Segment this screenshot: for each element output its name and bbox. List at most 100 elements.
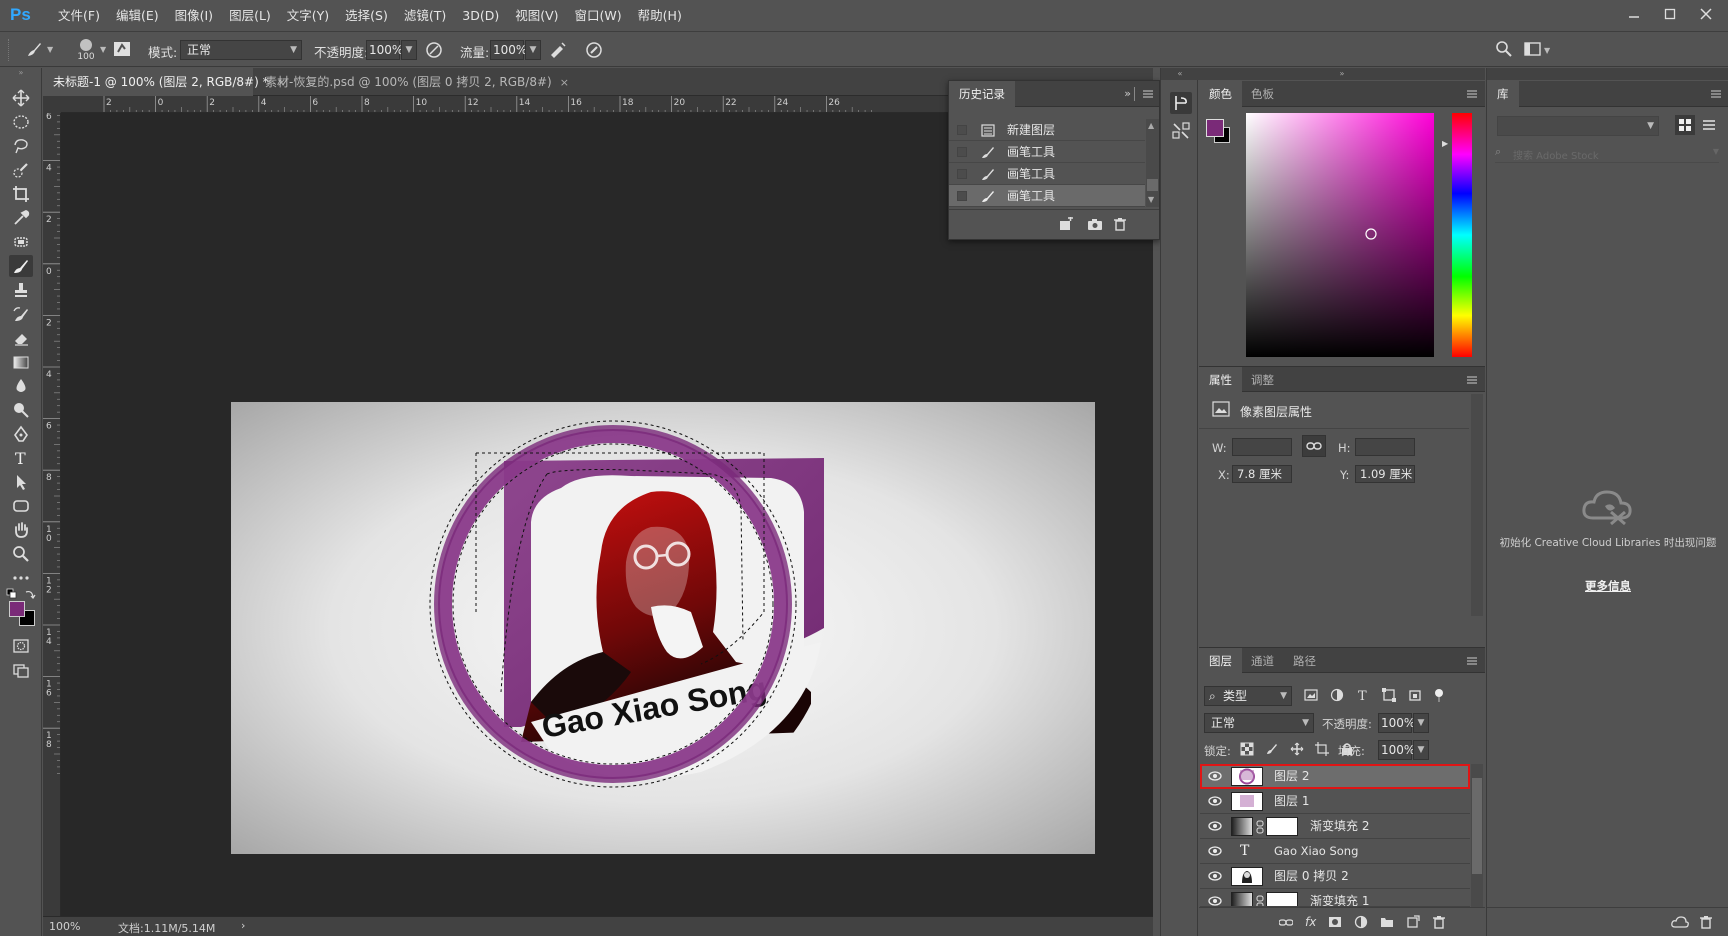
brush-tool-icon[interactable] (9, 255, 33, 277)
minimize-icon[interactable] (1624, 4, 1644, 24)
mode-dropdown[interactable]: 正常 ▼ (180, 40, 302, 60)
rectangle-tool-icon[interactable] (9, 495, 33, 517)
menu-select[interactable]: 选择(S) (337, 0, 396, 32)
eye-icon[interactable] (1208, 821, 1222, 831)
eye-icon[interactable] (1208, 771, 1222, 781)
history-snapshot-checkbox[interactable] (957, 147, 967, 157)
gradient-fill-thumbnail[interactable] (1231, 892, 1253, 906)
opacity-dropdown-icon[interactable]: ▼ (401, 40, 417, 60)
tab-untitled-1[interactable]: 未标题-1 @ 100% (图层 2, RGB/8#) * × (43, 68, 286, 96)
lock-pixels-icon[interactable] (1265, 742, 1279, 756)
default-colors-icon[interactable] (6, 588, 18, 600)
link-layers-icon[interactable] (1279, 915, 1293, 929)
properties-scrollbar[interactable] (1471, 394, 1483, 616)
foreground-color-swatch[interactable] (1206, 119, 1224, 137)
brush-panel-toggle-icon[interactable] (113, 40, 131, 58)
layer-thumbnail[interactable] (1231, 767, 1263, 786)
menu-layer[interactable]: 图层(L) (221, 0, 279, 32)
eye-icon[interactable] (1208, 871, 1222, 881)
layer-name[interactable]: 图层 2 (1274, 764, 1309, 789)
tab-channels[interactable]: 通道 (1241, 648, 1284, 674)
hue-slider[interactable] (1452, 113, 1472, 357)
list-view-icon[interactable] (1699, 115, 1719, 135)
type-tool-icon[interactable]: T (9, 447, 33, 469)
trash-icon[interactable] (1699, 915, 1713, 929)
scrollbar-thumb[interactable] (1472, 778, 1482, 874)
link-dimensions-icon[interactable] (1302, 435, 1326, 457)
panel-menu-icon[interactable] (1467, 656, 1477, 666)
swap-colors-icon[interactable] (24, 588, 36, 600)
layer-name[interactable]: 渐变填充 1 (1310, 889, 1369, 906)
history-item[interactable]: 新建图层 (949, 119, 1145, 141)
trash-icon[interactable] (1432, 915, 1446, 929)
shape-filter-icon[interactable] (1382, 688, 1396, 702)
menu-help[interactable]: 帮助(H) (630, 0, 690, 32)
clone-source-panel-icon[interactable] (1170, 120, 1192, 142)
ruler-origin[interactable] (43, 96, 61, 113)
dodge-tool-icon[interactable] (9, 399, 33, 421)
layer-row[interactable]: 图层 0 拷贝 2 (1200, 864, 1470, 889)
close-icon[interactable] (1696, 4, 1716, 24)
layer-name[interactable]: 图层 1 (1274, 789, 1309, 814)
tab-layers[interactable]: 图层 (1199, 648, 1242, 674)
layer-name[interactable]: Gao Xiao Song (1274, 839, 1358, 864)
airbrush-icon[interactable] (548, 40, 568, 60)
adjustment-filter-icon[interactable] (1330, 688, 1344, 702)
layer-name[interactable]: 图层 0 拷贝 2 (1274, 864, 1349, 889)
layer-opacity-field[interactable]: 100% (1378, 713, 1415, 733)
grid-view-icon[interactable] (1675, 115, 1695, 135)
search-icon[interactable] (1495, 40, 1513, 58)
filter-toggle-icon[interactable] (1434, 688, 1444, 702)
brush-tool-preset-icon[interactable] (24, 40, 44, 60)
layers-scrollbar[interactable] (1471, 764, 1483, 907)
panel-menu-icon[interactable] (1711, 89, 1721, 99)
document-canvas[interactable]: Gao Xiao Song (231, 402, 1095, 854)
brush-preset-dropdown-icon[interactable]: ▼ (47, 45, 53, 54)
fill-field[interactable]: 100% (1378, 740, 1415, 760)
workspace-switcher-icon[interactable]: ▼ (1524, 40, 1554, 58)
layer-row[interactable]: 渐变填充 1 (1200, 889, 1470, 907)
path-selection-tool-icon[interactable] (9, 471, 33, 493)
brush-picker[interactable]: 100 (72, 36, 100, 64)
layer-row[interactable]: 图层 1 (1200, 789, 1470, 814)
tab-swatches[interactable]: 色板 (1241, 81, 1284, 107)
menu-file[interactable]: 文件(F) (50, 0, 108, 32)
library-select-dropdown[interactable]: ▼ (1497, 116, 1659, 136)
layer-row[interactable]: 渐变填充 2 (1200, 814, 1470, 839)
menu-view[interactable]: 视图(V) (507, 0, 566, 32)
more-info-link[interactable]: 更多信息 (1487, 578, 1728, 594)
foreground-color-swatch[interactable] (9, 601, 25, 617)
pixel-filter-icon[interactable] (1304, 688, 1318, 702)
panel-collapse-icon[interactable]: » (1199, 68, 1485, 80)
new-group-icon[interactable] (1380, 915, 1394, 929)
hand-tool-icon[interactable] (9, 519, 33, 541)
creative-cloud-sync-icon[interactable] (1671, 915, 1689, 929)
pen-tool-icon[interactable] (9, 423, 33, 445)
opacity-field[interactable]: 100% (366, 40, 403, 60)
move-tool-icon[interactable] (9, 87, 33, 109)
trash-icon[interactable] (1113, 217, 1127, 231)
layer-opacity-dropdown-icon[interactable]: ▼ (1413, 713, 1429, 733)
fill-dropdown-icon[interactable]: ▼ (1413, 740, 1429, 760)
menu-image[interactable]: 图像(I) (167, 0, 221, 32)
history-brush-tool-icon[interactable] (9, 303, 33, 325)
tab-paths[interactable]: 路径 (1283, 648, 1326, 674)
healing-brush-tool-icon[interactable] (9, 231, 33, 253)
scrollbar-thumb[interactable] (1147, 179, 1158, 191)
layer-row[interactable]: 图层 2 (1200, 764, 1470, 789)
link-icon[interactable] (1256, 895, 1264, 906)
status-menu-arrow[interactable]: › (241, 919, 245, 932)
menu-edit[interactable]: 编辑(E) (108, 0, 167, 32)
gradient-fill-thumbnail[interactable] (1231, 817, 1253, 836)
layer-row[interactable]: T Gao Xiao Song (1200, 839, 1470, 864)
maximize-icon[interactable] (1660, 4, 1680, 24)
clone-stamp-tool-icon[interactable] (9, 279, 33, 301)
vertical-ruler[interactable]: 642024681012141618 (43, 113, 61, 916)
smart-object-filter-icon[interactable] (1408, 688, 1422, 702)
menu-type[interactable]: 文字(Y) (279, 0, 337, 32)
eye-icon[interactable] (1208, 896, 1222, 906)
y-field[interactable]: 1.09 厘米 (1355, 465, 1415, 483)
hue-slider-pointer-icon[interactable]: ▶ (1442, 139, 1448, 148)
history-item-selected[interactable]: 画笔工具 (949, 185, 1145, 207)
tab-history[interactable]: 历史记录 (949, 81, 1015, 107)
